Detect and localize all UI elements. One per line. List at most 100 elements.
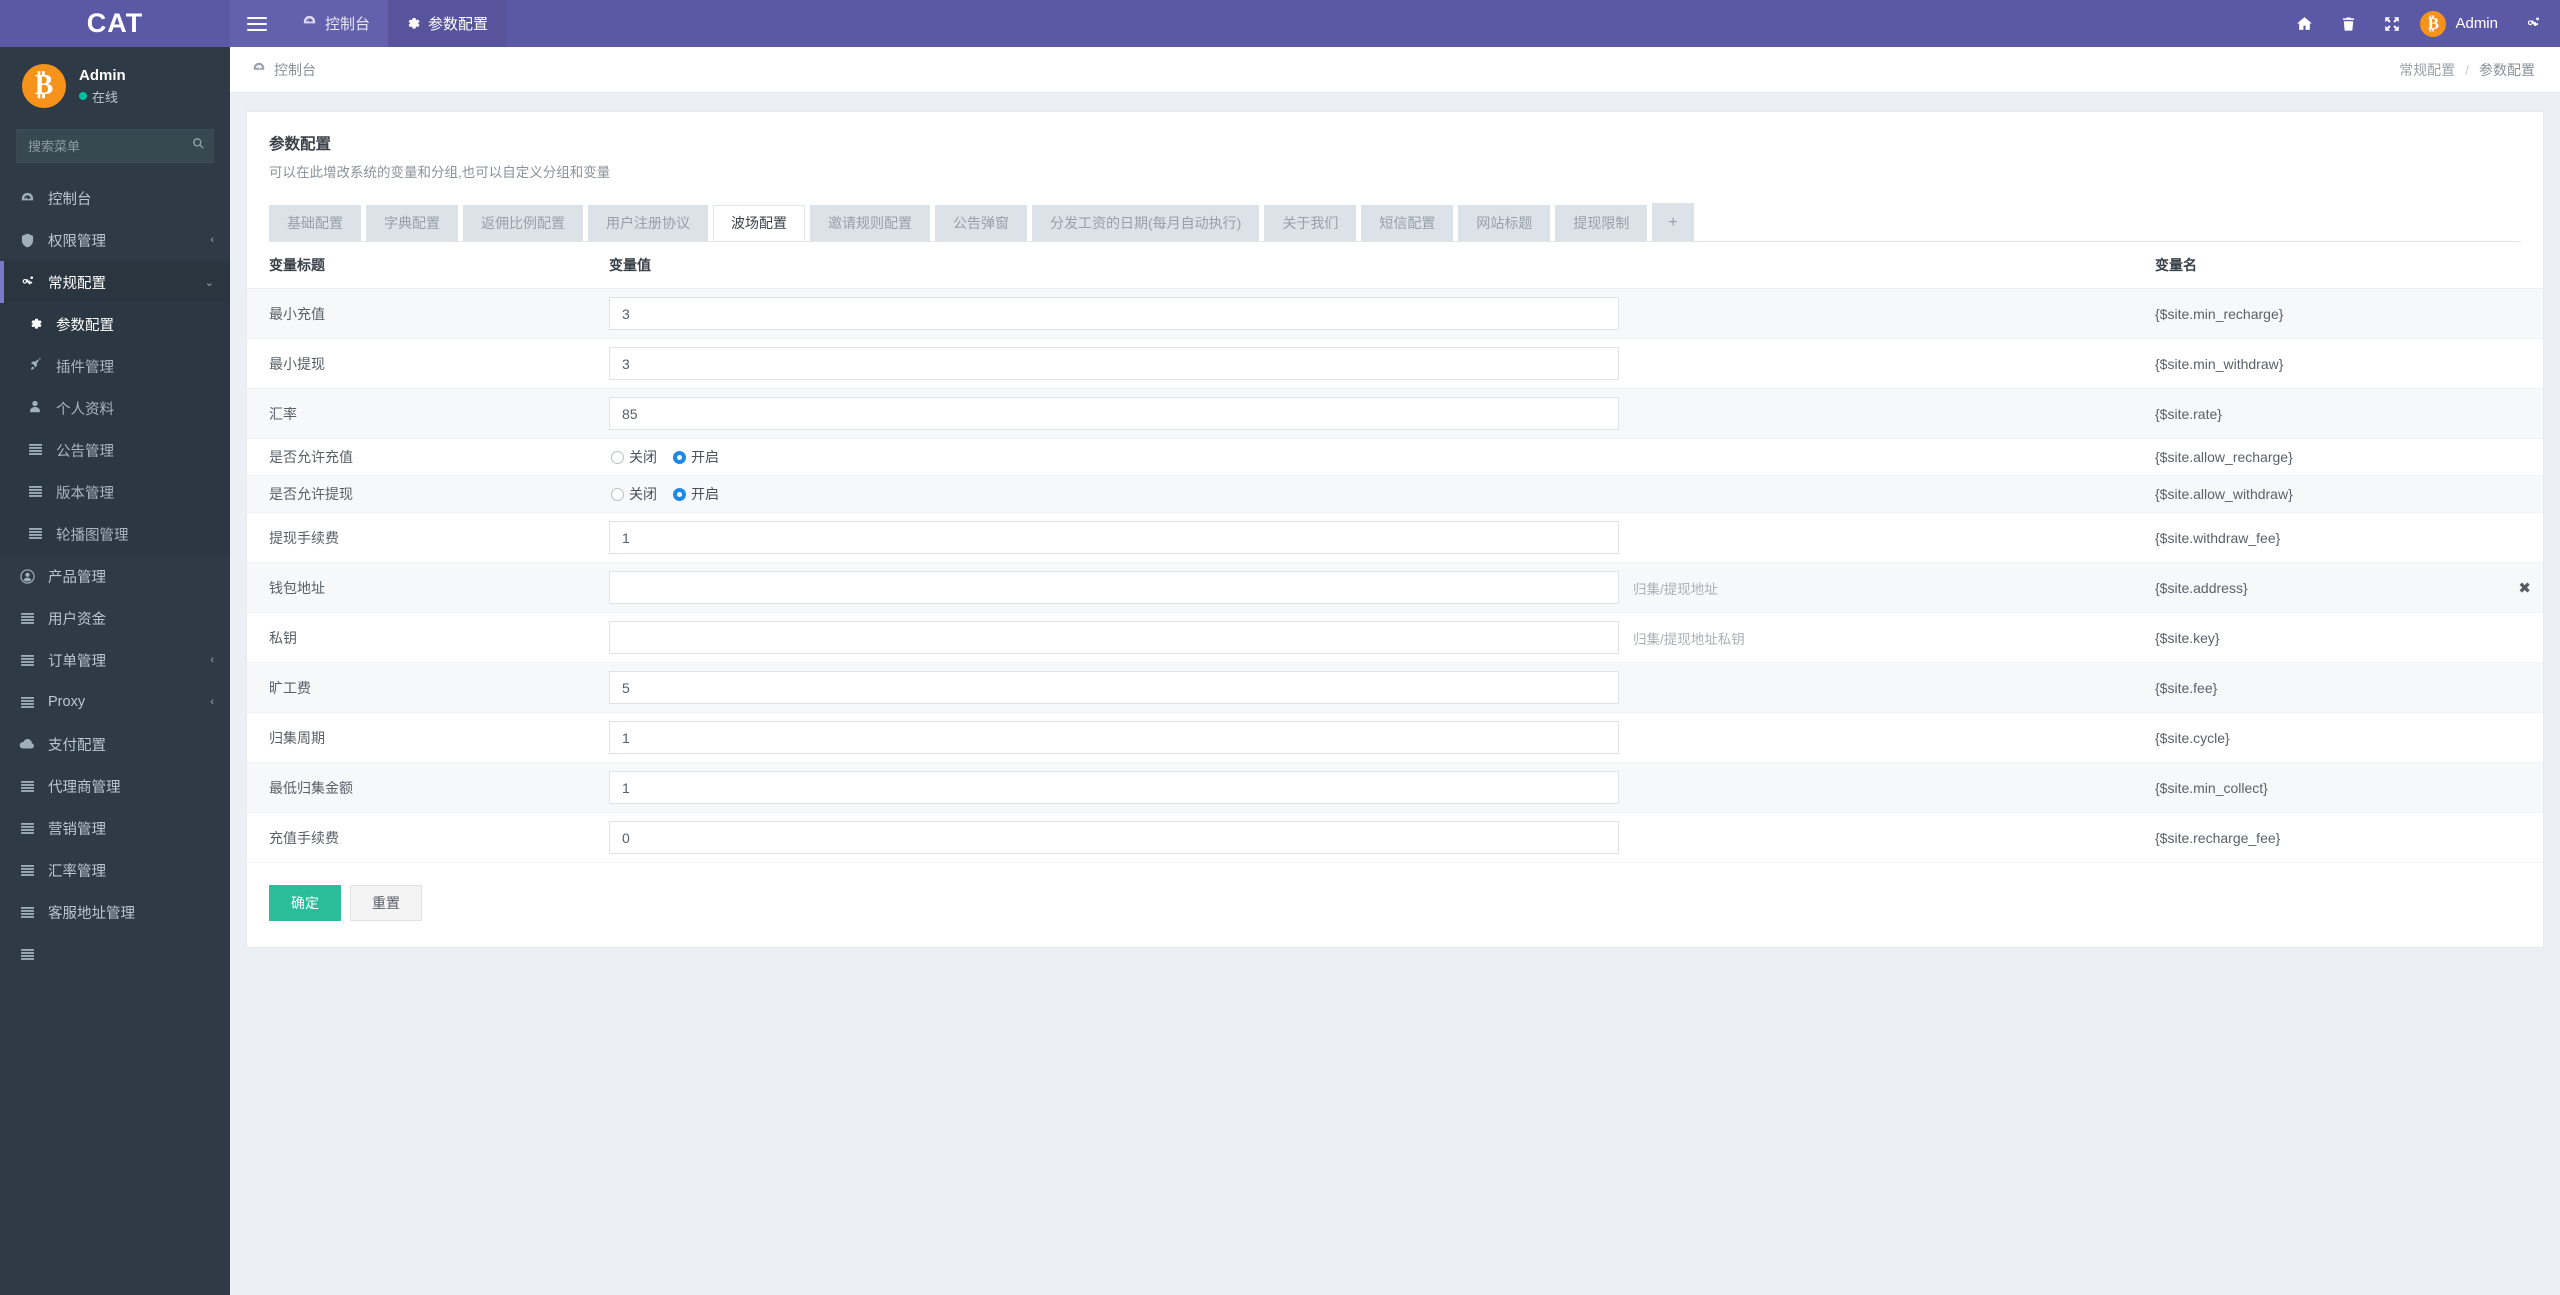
sidebar-item-general-config[interactable]: 常规配置 ⌄ 参数配置 插件管理 个人资料 公告管理 版本管理 轮播图管理 bbox=[0, 261, 230, 555]
config-tab[interactable]: 网站标题 bbox=[1458, 205, 1551, 242]
table-row: 最低归集金额 {$site.min_collect} bbox=[247, 762, 2543, 814]
config-tab[interactable]: 邀请规则配置 bbox=[810, 205, 930, 242]
radio-selected-icon bbox=[673, 487, 686, 501]
gear-icon bbox=[406, 15, 420, 33]
topnav-tab-label: 控制台 bbox=[325, 16, 371, 33]
field-hint: 归集/提现地址私钥 bbox=[1633, 631, 1745, 647]
fullscreen-icon[interactable] bbox=[2370, 0, 2414, 47]
sidebar-subitem-label: 个人资料 bbox=[56, 401, 114, 418]
breadcrumb-home[interactable]: 控制台 bbox=[230, 60, 316, 80]
reset-button[interactable]: 重置 bbox=[350, 885, 422, 922]
sidebar-subitem-label: 参数配置 bbox=[56, 317, 114, 334]
config-value-input[interactable] bbox=[609, 297, 1619, 331]
config-value-input[interactable] bbox=[609, 821, 1619, 855]
radio-option[interactable]: 开启 bbox=[673, 447, 719, 467]
top-navigation: 控制台 参数配置 ₿ Admin bbox=[230, 0, 2560, 47]
chevron-left-icon: ‹ bbox=[210, 234, 214, 246]
sidebar-item-agent-manage[interactable]: 营销管理 bbox=[0, 807, 230, 849]
delete-row-icon[interactable]: ✖ bbox=[2508, 579, 2531, 597]
chevron-left-icon: ‹ bbox=[210, 696, 214, 708]
sidebar-item-label: 常规配置 bbox=[48, 275, 106, 292]
field-hint: 归集/提现地址 bbox=[1633, 581, 1718, 597]
topnav-tab-params[interactable]: 参数配置 bbox=[388, 0, 507, 47]
topbar-actions: ₿ Admin bbox=[2282, 0, 2560, 47]
sidebar-item-user-funds[interactable]: 订单管理 ‹ bbox=[0, 639, 230, 681]
config-tab[interactable]: 关于我们 bbox=[1264, 205, 1357, 242]
config-tab[interactable]: 公告弹窗 bbox=[935, 205, 1027, 242]
sidebar-item-user-manage[interactable]: 产品管理 bbox=[0, 555, 230, 597]
sidebar-item-label: 支付配置 bbox=[48, 737, 106, 754]
breadcrumb-trail: 常规配置 / 参数配置 bbox=[2399, 60, 2535, 80]
variable-name: {$site.min_recharge} bbox=[2155, 305, 2284, 322]
cogs-icon bbox=[18, 275, 36, 289]
sidebar-item-order-manage[interactable]: Proxy ‹ bbox=[0, 681, 230, 723]
sidebar-item-label: 代理商管理 bbox=[48, 779, 121, 796]
config-value-input[interactable] bbox=[609, 671, 1619, 705]
submit-button[interactable]: 确定 bbox=[269, 885, 341, 922]
sidebar-subitem-params-config[interactable]: 参数配置 bbox=[0, 303, 230, 345]
config-value-input[interactable] bbox=[609, 397, 1619, 431]
sidebar-item-label: 权限管理 bbox=[48, 233, 106, 250]
radio-option[interactable]: 关闭 bbox=[611, 447, 657, 467]
config-tab[interactable]: 波场配置 bbox=[713, 205, 805, 242]
sidebar-user-panel[interactable]: ₿ Admin 在线 bbox=[0, 47, 230, 125]
row-title: 归集周期 bbox=[247, 712, 597, 764]
list-icon bbox=[18, 654, 36, 666]
config-value-input[interactable] bbox=[609, 721, 1619, 755]
sidebar-item-product-manage[interactable]: 用户资金 bbox=[0, 597, 230, 639]
config-tab[interactable]: 基础配置 bbox=[269, 205, 361, 242]
config-value-input[interactable] bbox=[609, 621, 1619, 655]
user-icon bbox=[26, 400, 44, 416]
add-tab-button[interactable]: + bbox=[1652, 203, 1694, 242]
sidebar-item-label: 产品管理 bbox=[48, 569, 106, 586]
sidebar-item-marketing-manage[interactable]: 汇率管理 bbox=[0, 849, 230, 891]
sidebar-subitem-version[interactable]: 版本管理 bbox=[0, 471, 230, 513]
config-tab[interactable]: 返佣比例配置 bbox=[463, 205, 583, 242]
trash-icon[interactable] bbox=[2326, 0, 2370, 47]
breadcrumb-parent[interactable]: 常规配置 bbox=[2399, 60, 2455, 80]
brand-logo[interactable]: CAT bbox=[0, 0, 230, 47]
config-tab[interactable]: 提现限制 bbox=[1555, 205, 1648, 242]
variable-name: {$site.cycle} bbox=[2155, 729, 2230, 746]
row-title: 充值手续费 bbox=[247, 812, 597, 864]
search-input[interactable] bbox=[16, 129, 214, 163]
sidebar-subitem-carousel[interactable]: 轮播图管理 bbox=[0, 513, 230, 555]
config-value-input[interactable] bbox=[609, 347, 1619, 381]
config-panel: 参数配置 可以在此增改系统的变量和分组,也可以自定义分组和变量 基础配置 字典配置… bbox=[246, 111, 2544, 949]
config-tab[interactable]: 用户注册协议 bbox=[588, 205, 708, 242]
topnav-tab-console[interactable]: 控制台 bbox=[284, 0, 389, 47]
sidebar-subitem-profile[interactable]: 个人资料 bbox=[0, 387, 230, 429]
config-value-input[interactable] bbox=[609, 771, 1619, 805]
search-icon[interactable] bbox=[192, 137, 205, 153]
sidebar-item-console[interactable]: 控制台 bbox=[0, 177, 230, 219]
config-value-input[interactable] bbox=[609, 521, 1619, 555]
row-value-cell: 关闭 开启 bbox=[597, 438, 2143, 477]
config-tab[interactable]: 短信配置 bbox=[1361, 205, 1454, 242]
radio-option[interactable]: 开启 bbox=[673, 484, 719, 504]
variable-name: {$site.allow_recharge} bbox=[2155, 449, 2293, 466]
radio-label: 关闭 bbox=[629, 486, 657, 503]
cogs-icon[interactable] bbox=[2510, 0, 2554, 47]
sidebar-item-permissions[interactable]: 权限管理 ‹ bbox=[0, 219, 230, 261]
admin-menu[interactable]: ₿ Admin bbox=[2414, 10, 2510, 37]
bitcoin-icon: ₿ bbox=[2420, 10, 2447, 37]
radio-group: 关闭 开启 bbox=[609, 484, 719, 504]
list-icon bbox=[26, 527, 44, 542]
page-subtitle: 可以在此增改系统的变量和分组,也可以自定义分组和变量 bbox=[269, 165, 611, 180]
table-row: 归集周期 {$site.cycle} bbox=[247, 712, 2543, 764]
shield-icon bbox=[18, 233, 36, 248]
radio-option[interactable]: 关闭 bbox=[611, 484, 657, 504]
config-tab[interactable]: 分发工资的日期(每月自动执行) bbox=[1032, 205, 1260, 242]
sidebar-item-proxy[interactable]: 支付配置 bbox=[0, 723, 230, 765]
sidebar-item-exchange-rate-manage[interactable]: 客服地址管理 bbox=[0, 891, 230, 933]
home-icon[interactable] bbox=[2282, 0, 2326, 47]
sidebar-item-payment-config[interactable]: 代理商管理 bbox=[0, 765, 230, 807]
config-tab[interactable]: 字典配置 bbox=[366, 205, 458, 242]
menu-toggle-button[interactable] bbox=[230, 0, 284, 47]
form-actions: 确定 重置 bbox=[247, 863, 2543, 947]
sidebar-item-support-address-manage[interactable] bbox=[0, 933, 230, 975]
sidebar-subitem-plugin-manage[interactable]: 插件管理 bbox=[0, 345, 230, 387]
sidebar-subitem-announcement[interactable]: 公告管理 bbox=[0, 429, 230, 471]
table-row: 最小充值 {$site.min_recharge} bbox=[247, 288, 2543, 340]
config-value-input[interactable] bbox=[609, 571, 1619, 605]
